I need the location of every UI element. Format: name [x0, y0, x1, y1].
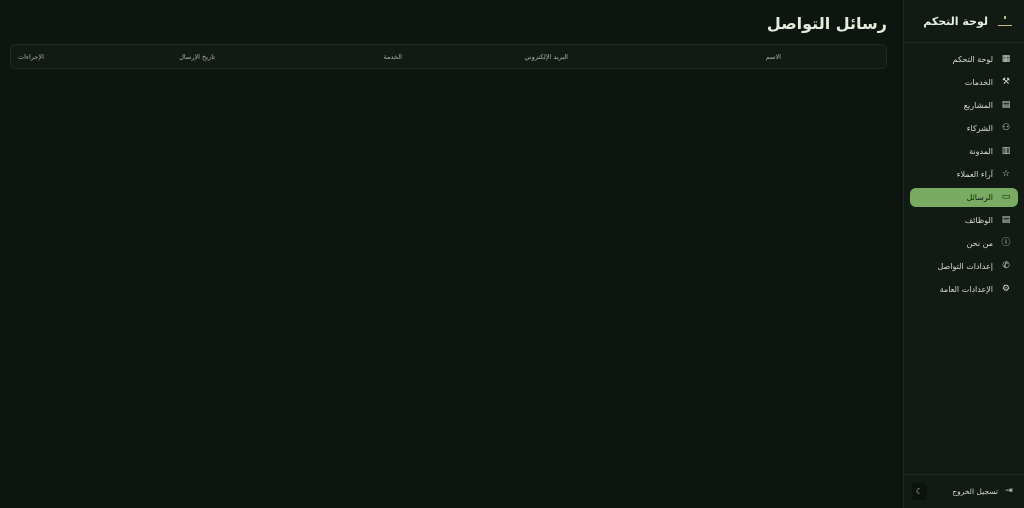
- users-icon: ⚇: [1001, 123, 1011, 133]
- sidebar-item-label: آراء العملاء: [956, 170, 993, 179]
- sidebar-item-2[interactable]: ▤ المشاريع: [910, 96, 1018, 115]
- sidebar-footer: ⇥ تسجيل الخروج ☾: [904, 474, 1024, 508]
- column-header-actions: الإجراءات: [18, 53, 44, 61]
- logout-button[interactable]: تسجيل الخروج: [952, 487, 998, 496]
- sidebar-item-label: الخدمات: [964, 78, 993, 87]
- sidebar-item-10[interactable]: ⚙ الإعدادات العامة: [910, 280, 1018, 299]
- briefcase-icon: ▤: [1001, 100, 1011, 110]
- sidebar-item-label: المدونة: [969, 147, 993, 156]
- column-header-service: الخدمة: [383, 53, 402, 61]
- sidebar-item-7[interactable]: ▤ الوظائف: [910, 211, 1018, 230]
- sidebar-item-3[interactable]: ⚇ الشركاء: [910, 119, 1018, 138]
- sidebar-item-5[interactable]: ☆ آراء العملاء: [910, 165, 1018, 184]
- sidebar-item-label: إعدادات التواصل: [937, 262, 993, 271]
- sidebar-item-label: الإعدادات العامة: [939, 285, 993, 294]
- phone-icon: ✆: [1002, 261, 1010, 271]
- gear-icon: ⚙: [1001, 284, 1011, 294]
- moon-icon: ☾: [915, 487, 924, 496]
- logo-icon: [998, 16, 1012, 26]
- wrench-icon: ⚒: [1001, 77, 1011, 87]
- grid-icon: ▦: [1001, 54, 1011, 64]
- sidebar-item-6[interactable]: ▭ الرسائل: [910, 188, 1018, 207]
- column-header-email: البريد الإلكتروني: [524, 53, 568, 61]
- column-header-name: الاسم: [765, 53, 781, 61]
- sidebar-item-label: الرسائل: [966, 193, 994, 202]
- messages-table: الاسم البريد الإلكتروني الخدمة تاريخ الإ…: [10, 44, 887, 69]
- info-icon: ⓘ: [1001, 238, 1011, 248]
- column-header-sent-date: تاريخ الإرسال: [179, 53, 215, 61]
- sidebar-item-4[interactable]: ▥ المدونة: [910, 142, 1018, 161]
- sidebar-item-label: لوحة التحكم: [952, 55, 993, 64]
- sidebar-nav: ▦ لوحة التحكم ⚒ الخدمات ▤ المشاريع ⚇ الشركاء ▥ ال…: [904, 43, 1024, 299]
- sidebar-item-0[interactable]: ▦ لوحة التحكم: [910, 50, 1018, 69]
- page-title: رسائل التواصل: [766, 14, 887, 33]
- sidebar: لوحة التحكم ▦ لوحة التحكم ⚒ الخدمات ▤ المشاري…: [903, 0, 1024, 508]
- newspaper-icon: ▥: [1001, 146, 1011, 156]
- message-icon: ▭: [1001, 192, 1011, 202]
- sidebar-item-label: من نحن: [966, 239, 993, 248]
- logout-icon[interactable]: ⇥: [1004, 487, 1014, 497]
- sidebar-item-label: الشركاء: [966, 124, 993, 133]
- star-icon: ☆: [1001, 169, 1011, 179]
- briefcase-icon: ▤: [1001, 215, 1011, 225]
- sidebar-item-1[interactable]: ⚒ الخدمات: [910, 73, 1018, 92]
- sidebar-item-label: الوظائف: [964, 216, 993, 225]
- sidebar-title: لوحة التحكم: [923, 14, 988, 28]
- sidebar-item-8[interactable]: ⓘ من نحن: [910, 234, 1018, 253]
- sidebar-item-9[interactable]: ✆ إعدادات التواصل: [910, 257, 1018, 276]
- theme-toggle-button[interactable]: ☾: [912, 483, 927, 500]
- sidebar-item-label: المشاريع: [963, 101, 993, 110]
- sidebar-header: لوحة التحكم: [904, 0, 1024, 43]
